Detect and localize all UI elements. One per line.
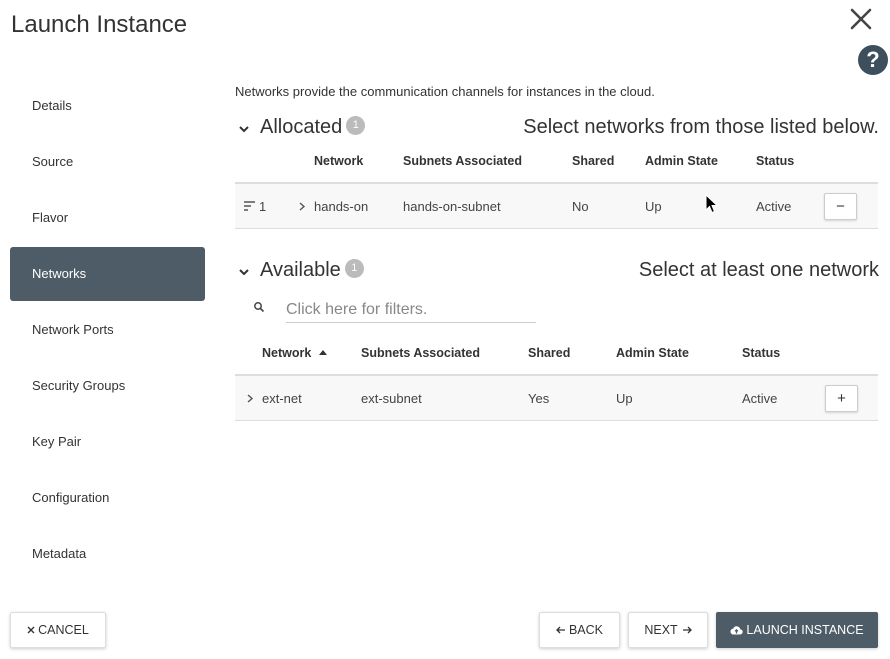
next-label: NEXT xyxy=(644,623,678,637)
table-row: 1 hands-on hands-on-subnet No Up Active … xyxy=(235,184,878,229)
row-subnets: hands-on-subnet xyxy=(403,199,501,214)
row-shared: No xyxy=(572,199,589,214)
table-row: ext-net ext-subnet Yes Up Active + xyxy=(235,376,878,421)
chevron-right-icon[interactable] xyxy=(246,394,254,403)
available-title-text: Available xyxy=(260,259,341,281)
allocated-table: Network Subnets Associated Shared Admin … xyxy=(235,139,878,229)
close-icon xyxy=(27,626,35,634)
available-count-badge: 1 xyxy=(344,259,364,279)
column-header-admin-state[interactable]: Admin State xyxy=(616,346,689,360)
column-header-status[interactable]: Status xyxy=(742,346,780,360)
column-header-network[interactable]: Network xyxy=(314,154,363,168)
back-label: BACK xyxy=(568,623,604,637)
sidebar-item-networks[interactable]: Networks xyxy=(10,247,205,301)
available-hint: Select at least one network xyxy=(638,259,879,281)
row-status: Active xyxy=(742,391,778,406)
column-header-subnets[interactable]: Subnets Associated xyxy=(403,154,522,168)
row-network: ext-net xyxy=(262,391,302,406)
column-header-network-label: Network xyxy=(262,346,312,360)
sidebar-item-configuration[interactable]: Configuration xyxy=(10,470,205,526)
sidebar-item-details[interactable]: Details xyxy=(10,78,205,134)
cloud-upload-icon xyxy=(730,626,744,635)
sidebar-item-network-ports[interactable]: Network Ports xyxy=(10,302,205,358)
sidebar-item-flavor[interactable]: Flavor xyxy=(10,190,205,246)
networks-description: Networks provide the communication chann… xyxy=(235,84,655,99)
cancel-button[interactable]: CANCEL xyxy=(10,612,106,648)
help-icon[interactable]: ? xyxy=(858,45,888,75)
available-section-header: Available 1 Select at least one network xyxy=(237,259,879,287)
available-table: Network Subnets Associated Shared Admin … xyxy=(235,331,878,421)
chevron-right-icon[interactable] xyxy=(298,202,306,211)
row-shared: Yes xyxy=(528,391,550,406)
column-header-shared[interactable]: Shared xyxy=(572,154,614,168)
allocated-title: Allocated 1 xyxy=(260,116,366,139)
column-header-status[interactable]: Status xyxy=(756,154,794,168)
deallocate-button[interactable]: − xyxy=(824,193,857,220)
chevron-down-icon[interactable] xyxy=(237,122,251,136)
column-header-shared[interactable]: Shared xyxy=(528,346,570,360)
sort-ascending-icon xyxy=(318,350,327,355)
chevron-down-icon[interactable] xyxy=(237,265,251,279)
arrow-right-icon xyxy=(682,626,692,634)
sidebar-item-metadata[interactable]: Metadata xyxy=(10,526,205,582)
launch-instance-button[interactable]: LAUNCH INSTANCE xyxy=(716,612,878,648)
dialog-title: Launch Instance xyxy=(11,11,188,38)
filter-bar xyxy=(250,293,536,324)
sidebar-item-security-groups[interactable]: Security Groups xyxy=(10,358,205,414)
allocated-title-text: Allocated xyxy=(260,116,343,138)
allocated-hint: Select networks from those listed below. xyxy=(523,116,879,138)
available-title: Available 1 xyxy=(260,259,364,282)
column-header-admin-state[interactable]: Admin State xyxy=(645,154,718,168)
row-order: 1 xyxy=(259,199,267,214)
next-button[interactable]: NEXT xyxy=(628,612,708,648)
filter-input[interactable] xyxy=(286,297,536,323)
close-icon[interactable] xyxy=(848,6,874,32)
launch-instance-label: LAUNCH INSTANCE xyxy=(746,623,864,637)
mouse-cursor-icon xyxy=(705,194,718,214)
row-status: Active xyxy=(756,199,792,214)
row-network: hands-on xyxy=(314,199,369,214)
drag-handle-icon[interactable] xyxy=(244,201,255,211)
sidebar-item-key-pair[interactable]: Key Pair xyxy=(10,414,205,470)
row-admin-state: Up xyxy=(645,199,662,214)
wizard-sidebar: Details Source Flavor Networks Network P… xyxy=(10,78,205,582)
cancel-label: CANCEL xyxy=(38,623,89,637)
allocate-button[interactable]: + xyxy=(825,385,858,412)
back-button[interactable]: BACK xyxy=(539,612,620,648)
row-subnets: ext-subnet xyxy=(361,391,422,406)
column-header-subnets[interactable]: Subnets Associated xyxy=(361,346,480,360)
search-icon xyxy=(254,302,265,313)
allocated-count-badge: 1 xyxy=(346,116,366,136)
column-header-network[interactable]: Network xyxy=(262,346,327,360)
row-admin-state: Up xyxy=(616,391,633,406)
sidebar-item-source[interactable]: Source xyxy=(10,134,205,190)
arrow-left-icon xyxy=(556,626,565,634)
table-header: Network Subnets Associated Shared Admin … xyxy=(235,139,878,184)
table-header: Network Subnets Associated Shared Admin … xyxy=(235,331,878,376)
